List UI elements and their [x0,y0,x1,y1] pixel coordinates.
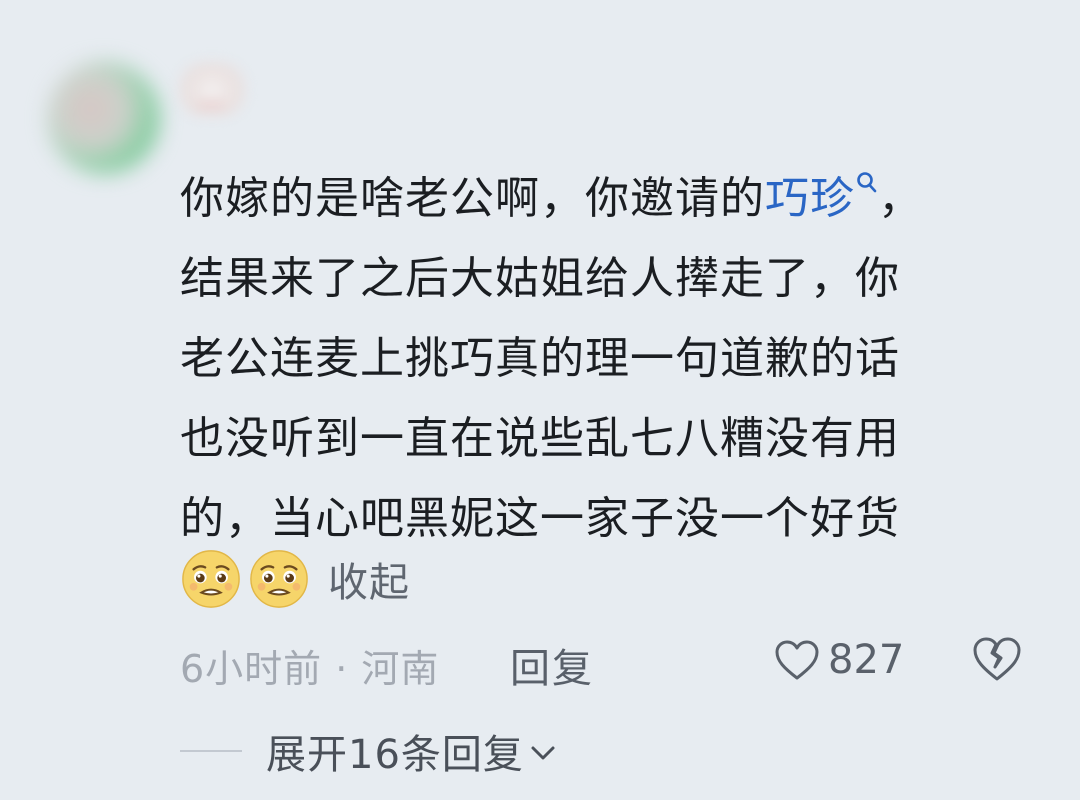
search-icon[interactable] [856,143,878,193]
timestamp-location: 6小时前 · 河南 [180,647,440,691]
collapse-button[interactable]: 收起 [328,550,410,608]
topic-link-label[interactable]: 巧珍 [765,173,855,224]
comment-text: 你嫁的是啥老公啊，你邀请的巧珍， 结果来了之后大姑姐给人撵走了，你 老公连麦上挑… [180,143,1010,559]
expand-replies-row: 展开16条回复 [180,724,556,778]
pleading-face-icon [250,550,308,608]
expand-replies-label[interactable]: 展开16条回复 [266,722,524,780]
divider [180,750,242,752]
emoji-row: 收起 [180,548,410,610]
avatar[interactable] [48,62,160,174]
broken-heart-icon[interactable] [972,636,1022,682]
dislike-button[interactable] [972,636,1022,684]
expand-replies-button[interactable]: 展开16条回复 [266,722,556,780]
chevron-down-icon[interactable] [530,744,556,762]
like-count: 827 [828,637,905,683]
username-blurred[interactable] [178,62,246,116]
reply-button[interactable]: 回复 [510,636,594,694]
heart-icon[interactable] [774,639,820,681]
comment-text-part-1: 你嫁的是啥老公啊，你邀请的 [180,173,765,224]
like-button[interactable]: 827 [774,632,904,688]
topic-link[interactable]: 巧珍 [765,172,878,224]
comment-meta: 6小时前 · 河南 回复 827 [180,632,1030,692]
comment-text-part-2: ， 结果来了之后大姑姐给人撵走了，你 老公连麦上挑巧真的理一句道歉的话 也没听到… [180,173,923,544]
pleading-face-icon [182,550,240,608]
